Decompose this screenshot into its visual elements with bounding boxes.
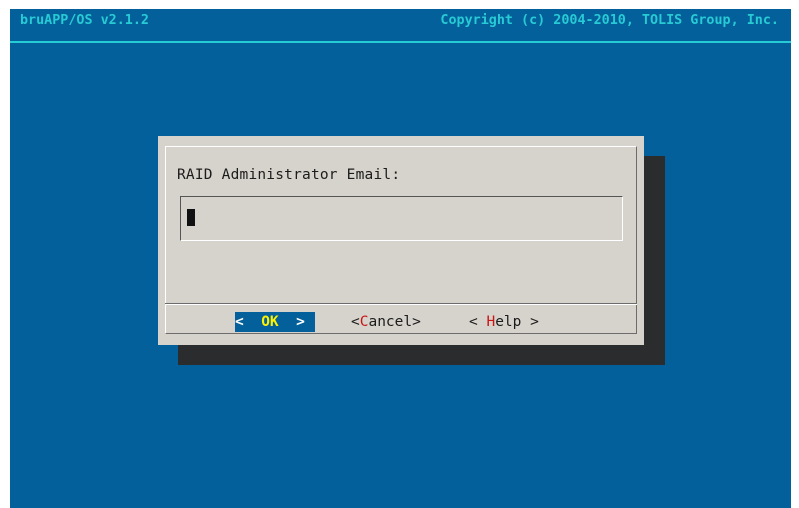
cancel-button[interactable]: <Cancel> bbox=[351, 312, 421, 332]
help-button-right: elp > bbox=[495, 314, 539, 330]
help-button[interactable]: < Help > bbox=[469, 312, 539, 332]
product-version: bruAPP/OS v2.1.2 bbox=[20, 13, 149, 28]
button-separator bbox=[165, 303, 637, 305]
cancel-button-left: < bbox=[351, 314, 360, 330]
text-cursor bbox=[187, 209, 195, 226]
dialog-prompt: RAID Administrator Email: bbox=[177, 167, 401, 183]
help-button-hotkey: H bbox=[486, 314, 496, 330]
email-input[interactable] bbox=[180, 196, 623, 241]
copyright-text: Copyright (c) 2004-2010, TOLIS Group, In… bbox=[440, 13, 779, 28]
help-button-left: < bbox=[469, 314, 487, 330]
ok-button-left: < bbox=[235, 314, 262, 330]
input-dialog: RAID Administrator Email: < OK > <Cancel… bbox=[158, 136, 644, 345]
ok-button[interactable]: < OK > bbox=[235, 312, 315, 332]
backtitle-bar: bruAPP/OS v2.1.2 Copyright (c) 2004-2010… bbox=[10, 9, 791, 37]
backtitle-rule bbox=[10, 41, 791, 43]
terminal-screen: bruAPP/OS v2.1.2 Copyright (c) 2004-2010… bbox=[10, 9, 791, 508]
ok-button-right: > bbox=[278, 314, 305, 330]
cancel-button-right: ancel> bbox=[368, 314, 421, 330]
ok-button-hotkey: OK bbox=[261, 314, 279, 330]
button-row: < OK > <Cancel> < Help > bbox=[158, 310, 644, 332]
